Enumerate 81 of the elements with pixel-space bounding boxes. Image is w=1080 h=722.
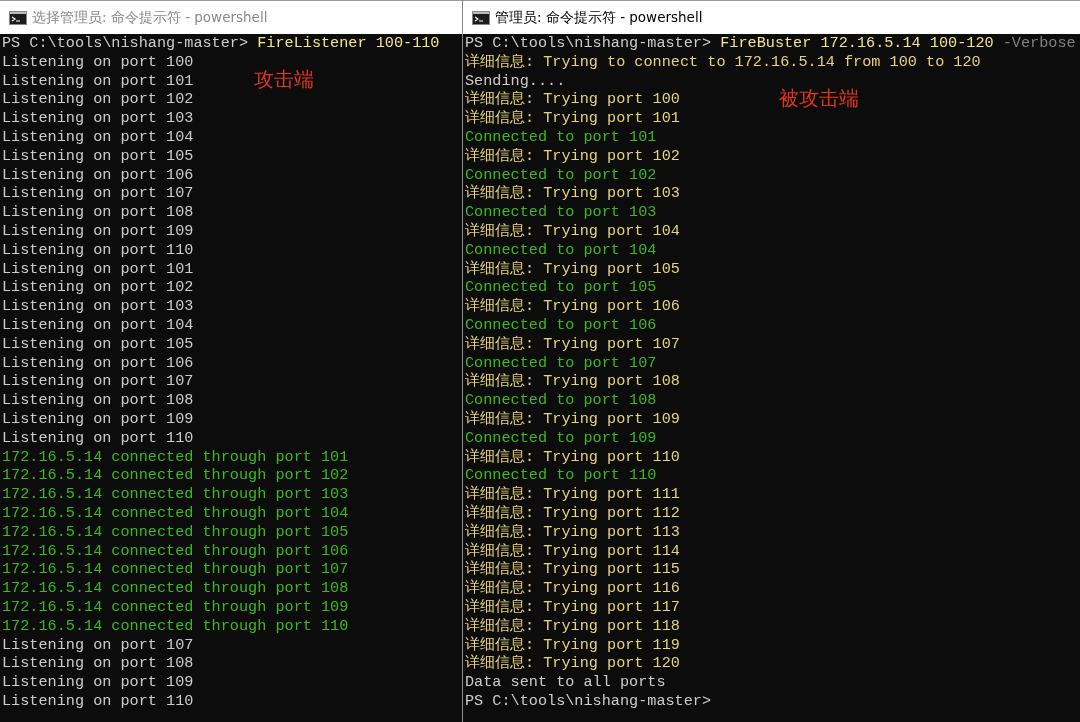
console-line: 172.16.5.14 connected through port 102 xyxy=(2,466,349,486)
console-line: 详细信息: Trying port 110 xyxy=(465,447,680,467)
console-line: Listening on port 102 xyxy=(2,90,194,110)
console-line: Listening on port 110 xyxy=(2,691,194,711)
window-title: 管理员: 命令提示符 - powershell xyxy=(495,8,703,27)
console-line: Connected to port 106 xyxy=(465,315,657,335)
console-line: Connected to port 110 xyxy=(465,466,657,485)
console-line: 172.16.5.14 connected through port 104 xyxy=(2,503,349,523)
console-line: 详细信息: Trying port 111 xyxy=(465,485,680,504)
console-line: 详细信息: Trying port 105 xyxy=(465,259,680,279)
console-line: Listening on port 101 xyxy=(2,71,194,91)
annotation-label: 被攻击端 xyxy=(779,86,859,110)
console-line: 详细信息: Trying port 112 xyxy=(465,503,680,523)
parameter-text: -Verbose xyxy=(1001,34,1076,52)
console-line: 详细信息: Trying port 101 xyxy=(465,109,680,128)
console-line: 详细信息: Trying port 113 xyxy=(465,522,680,542)
console-line: 172.16.5.14 connected through port 101 xyxy=(2,447,349,467)
prompt-text: PS C:\tools\nishang-master> xyxy=(2,34,250,52)
console-line: Connected to port 109 xyxy=(465,428,657,448)
console-line: 详细信息: Trying port 107 xyxy=(465,334,680,354)
console-line: Listening on port 109 xyxy=(2,221,194,241)
console-line: Listening on port 103 xyxy=(2,109,194,128)
console-line: 详细信息: Trying port 102 xyxy=(465,146,680,166)
console-line: 详细信息: Trying port 103 xyxy=(465,184,680,204)
console-line: Connected to port 102 xyxy=(465,165,657,184)
prompt-text: PS C:\tools\nishang-master> xyxy=(465,691,712,710)
console-line: Connected to port 104 xyxy=(465,240,657,260)
console-line: Connected to port 107 xyxy=(465,353,657,372)
annotation-label: 攻击端 xyxy=(254,67,314,91)
console-line: 详细信息: Trying port 117 xyxy=(465,597,680,617)
console-line: 详细信息: Trying port 104 xyxy=(465,221,680,241)
console-line: 详细信息: Trying port 119 xyxy=(465,635,680,654)
console-line: 172.16.5.14 connected through port 105 xyxy=(2,522,349,542)
console-line: Listening on port 104 xyxy=(2,315,194,335)
command-text: FireBuster 172.16.5.14 100-120 xyxy=(720,34,994,52)
console-line: 详细信息: Trying port 106 xyxy=(465,297,680,316)
console-line: Listening on port 100 xyxy=(2,52,194,72)
console-line: Listening on port 110 xyxy=(2,240,194,260)
console-line: Listening on port 107 xyxy=(2,184,194,204)
console-line: Connected to port 103 xyxy=(465,203,657,222)
console-line: Listening on port 109 xyxy=(2,409,194,429)
console-line: 172.16.5.14 connected through port 110 xyxy=(2,616,349,636)
console-line: 详细信息: Trying port 120 xyxy=(465,654,680,674)
console-icon xyxy=(9,10,27,25)
console-line: Listening on port 108 xyxy=(2,203,194,222)
console-line: Data sent to all ports xyxy=(465,673,666,692)
console-line: Connected to port 108 xyxy=(465,391,657,410)
console-line: 172.16.5.14 connected through port 106 xyxy=(2,541,349,561)
console-line: 172.16.5.14 connected through port 103 xyxy=(2,485,349,504)
console-line: 详细信息: Trying port 116 xyxy=(465,579,680,598)
console-line: 172.16.5.14 connected through port 109 xyxy=(2,597,349,617)
console-line: 详细信息: Trying port 109 xyxy=(465,409,680,429)
console-line: Listening on port 101 xyxy=(2,259,194,279)
console-line: Listening on port 107 xyxy=(2,635,194,655)
console-line: Listening on port 110 xyxy=(2,428,194,448)
console-line: Listening on port 103 xyxy=(2,297,194,316)
console-line: 详细信息: Trying port 118 xyxy=(465,616,680,636)
console-line: Listening on port 106 xyxy=(2,165,194,185)
console-line: Listening on port 109 xyxy=(2,673,194,692)
console-line: 详细信息: Trying to connect to 172.16.5.14 from 100 to 120 xyxy=(465,52,981,72)
prompt-text: PS C:\tools\nishang-master> xyxy=(465,34,713,52)
console-line: 详细信息: Trying port 114 xyxy=(465,541,680,560)
command-text: FireListener 100-110 xyxy=(257,34,440,52)
console-line: 详细信息: Trying port 100 xyxy=(465,90,680,109)
console-icon xyxy=(472,10,490,25)
console-line: Listening on port 108 xyxy=(2,391,194,410)
console-line: Connected to port 101 xyxy=(465,128,657,147)
console-line: Listening on port 104 xyxy=(2,128,194,147)
console-line: 详细信息: Trying port 115 xyxy=(465,560,680,579)
console-line: Listening on port 102 xyxy=(2,278,194,298)
console-line: Connected to port 105 xyxy=(465,278,657,297)
console-line: Listening on port 105 xyxy=(2,146,194,166)
console-line: Listening on port 106 xyxy=(2,353,194,373)
console-line: Listening on port 105 xyxy=(2,334,194,354)
console-line: 172.16.5.14 connected through port 108 xyxy=(2,579,349,598)
console-line: Sending.... xyxy=(465,71,566,90)
console-line: Listening on port 107 xyxy=(2,372,194,392)
console-line: 详细信息: Trying port 108 xyxy=(465,372,680,392)
window-title: 选择管理员: 命令提示符 - powershell xyxy=(32,8,268,27)
console-line: 172.16.5.14 connected through port 107 xyxy=(2,560,349,580)
console-line: Listening on port 108 xyxy=(2,654,194,674)
